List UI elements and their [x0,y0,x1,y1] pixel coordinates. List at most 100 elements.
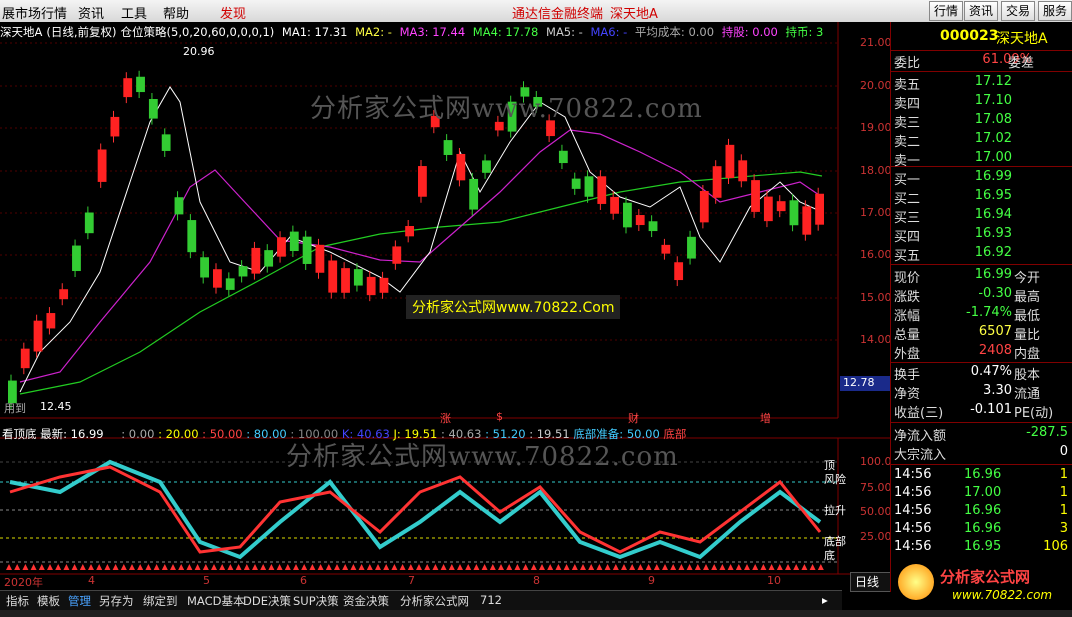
tab-fund[interactable]: 资金决策 [343,593,389,609]
event-mark[interactable]: $ [496,410,503,423]
button-trade[interactable]: 交易 [1001,1,1036,21]
buy-row: 买二 16.95 [894,188,1072,207]
candle-body [571,178,581,189]
candle-body [802,206,812,235]
candle-body [610,196,619,214]
stat-label: 涨跌 [894,290,921,305]
tab-bind-to[interactable]: 绑定到 [143,593,178,609]
stat-label: 外盘 [894,347,921,362]
candle-body [469,178,479,210]
tick-row: 14:56 16.95 106 [894,539,1072,557]
menu-tools[interactable]: 工具 [121,3,147,22]
menu-discover[interactable]: 发现 [220,3,246,22]
candle-body [123,78,133,98]
date-label: 10 [767,574,781,587]
candle-body [738,160,748,182]
stock-code: 000023 [940,28,999,44]
tab-site[interactable]: 分析家公式网 [400,593,469,609]
stat-row: 净资 3.30 流通 [894,383,1072,402]
candle-body [277,237,286,257]
tick-volume: 1 [1059,485,1068,500]
tick-volume: 3 [1059,521,1068,536]
sell-row: 卖二 17.02 [894,131,1072,150]
tab-save-as[interactable]: 另存为 [99,593,134,609]
zone-label: 风险 [824,473,846,486]
stat-value: -0.101 [970,402,1012,417]
sell-level-label: 卖四 [894,97,921,112]
button-news[interactable]: 资讯 [964,1,999,21]
candle-body [661,244,671,254]
strategy-label: 仓位策略(5,0,20,60,0,0,0,1) [120,25,275,39]
tab-dde[interactable]: DDE决策 [243,593,291,609]
promo-terminal[interactable]: 通达信金融终端 [512,3,603,22]
promo-stock[interactable]: 深天地A [610,3,658,22]
menu-news[interactable]: 资讯 [78,3,104,22]
tab-sup[interactable]: SUP决策 [293,593,339,609]
period-label: (日线,前复权) [46,25,117,39]
ma5-label: MA5: - [546,25,583,39]
ma4-label: MA4: 17.78 [472,25,539,39]
hold-label: 持股: 0.00 [721,25,778,39]
indicator-title-bar: 看顶底 最新: 16.99 : 0.00 : 20.00 : 50.00 : 8… [2,426,686,442]
indicator-value: : 40.63 [440,427,482,441]
sell-price: 17.02 [974,131,1012,146]
indicator-value: : 100.00 [290,427,339,441]
tab-template[interactable]: 模板 [37,593,60,609]
stat-label-2: 今开 [1014,271,1041,286]
tab-manage[interactable]: 管理 [68,593,91,609]
stat-row: 现价 16.99 今开 [894,267,1072,286]
stat-label-2: 最高 [1014,290,1041,305]
candle-body [687,236,696,259]
candle-body [443,140,453,155]
candle-body [584,176,594,197]
watermark: 分析家公式网www.70822.com [310,94,703,124]
date-label: 4 [88,574,95,587]
buy-row: 买五 16.92 [894,245,1072,264]
flower-icon [898,564,934,600]
candle-body [751,180,760,212]
bottom-prep-label: 底部准备: 50.00 [573,427,660,441]
menu-help[interactable]: 帮助 [163,3,189,22]
indicator-value: : 80.00 [246,427,287,441]
stat-value: 0.47% [970,364,1012,379]
indicator-value: : 20.00 [158,427,199,441]
bulk-label: 大宗流入 [894,448,947,463]
candle-body [59,289,69,300]
sell-price: 17.12 [974,74,1012,89]
candle-body [161,134,171,151]
candle-body [20,348,30,369]
candle-body [72,245,81,272]
candle-body [405,226,414,237]
stat-value: 16.99 [974,267,1012,282]
buy-level-label: 买一 [894,173,921,188]
button-quote[interactable]: 行情 [929,1,964,21]
candle-body [251,247,261,274]
buy-row: 买一 16.99 [894,169,1072,188]
tab-712[interactable]: 712 [480,593,502,607]
candle-body [97,149,107,182]
price-tick: 21.00 [860,36,892,49]
candle-body [789,200,799,226]
indicator-value: : 50.00 [202,427,243,441]
event-mark[interactable]: 财 [628,410,639,426]
zone-label: 底 [824,549,835,562]
hold-coin-label: 持币: 3 [785,25,824,39]
date-label: 2020年 [4,576,43,589]
price-tick: 18.00 [860,164,892,177]
candle-body [200,257,209,278]
ma3-label: MA3: 17.44 [399,25,466,39]
event-mark[interactable]: 涨 [440,410,451,426]
stat-label-2: 流通 [1014,387,1041,402]
candle-body [763,196,773,222]
scroll-arrow[interactable]: ▸ [822,593,828,607]
tab-macd[interactable]: MACD基本 [187,593,244,609]
date-label: 7 [408,574,415,587]
menu-market[interactable]: 展市场行情 [2,3,67,22]
event-mark[interactable]: 增 [760,410,771,426]
tick-volume: 106 [1043,539,1068,554]
button-service[interactable]: 服务 [1038,1,1072,21]
candle-body [725,144,735,178]
stat-value: 6507 [978,324,1012,339]
tab-indicator[interactable]: 指标 [6,593,29,609]
tick-price: 16.96 [964,467,1002,482]
